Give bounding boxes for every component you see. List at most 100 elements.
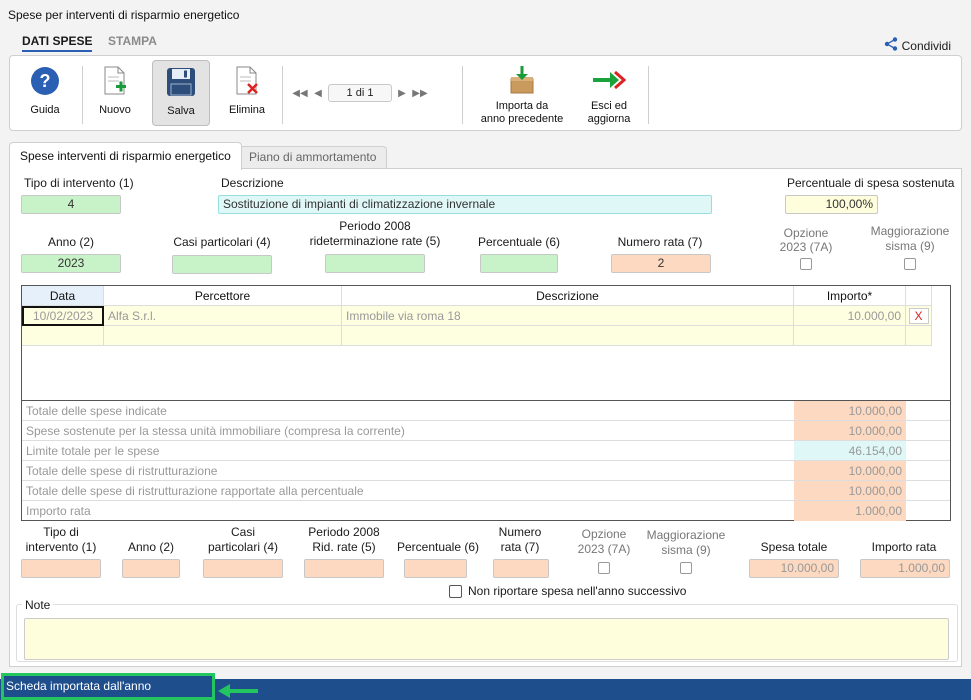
pager-display: 1 di 1 xyxy=(328,84,392,102)
bottom-percentuale-field xyxy=(404,559,467,578)
bottom-magg-checkbox xyxy=(680,562,692,574)
col-header-descrizione[interactable]: Descrizione xyxy=(342,286,794,306)
summary-label: Totale delle spese di ristrutturazione xyxy=(26,464,218,478)
delete-document-icon xyxy=(230,64,264,98)
summary-value: 1.000,00 xyxy=(794,501,906,521)
percentuale-spesa-label: Percentuale di spesa sostenuta xyxy=(787,176,955,190)
anno-field[interactable]: 2023 xyxy=(21,254,121,273)
exit-arrow-icon xyxy=(592,64,626,96)
last-record-icon[interactable]: ▶▶ xyxy=(412,85,428,101)
opzione-checkbox[interactable] xyxy=(800,258,812,270)
summary-label: Limite totale per le spese xyxy=(26,444,160,458)
esci-aggiorna-button[interactable]: Esci ed aggiorna xyxy=(578,60,640,126)
col-header-importo[interactable]: Importo* xyxy=(794,286,906,306)
non-riportare-checkbox[interactable] xyxy=(449,584,462,598)
share-label: Condividi xyxy=(901,38,951,53)
bottom-tipo-field xyxy=(21,559,101,578)
bottom-spesa-totale-field: 10.000,00 xyxy=(749,559,839,578)
table-row-2-importo[interactable] xyxy=(794,326,906,346)
summary-row-importo-rata: Importo rata 1.000,00 xyxy=(22,500,950,521)
summary-label: Totale delle spese di ristrutturazione r… xyxy=(26,484,364,498)
periodo-label-1: Periodo 2008 xyxy=(339,219,411,233)
next-record-icon[interactable]: ▶ xyxy=(394,85,410,101)
bottom-spesa-totale-label: Spesa totale xyxy=(760,540,828,554)
record-navigator: ◀◀ ◀ 1 di 1 ▶ ▶▶ xyxy=(292,84,428,102)
spese-grid: Data Percettore Descrizione Importo* 10/… xyxy=(21,285,951,521)
window-title: Spese per interventi di risparmio energe… xyxy=(8,8,240,22)
summary-row-totale-ristrutturazione: Totale delle spese di ristrutturazione 1… xyxy=(22,460,950,481)
esci-label-2: aggiorna xyxy=(587,113,631,125)
table-row-1-data[interactable]: 10/02/2023 xyxy=(22,306,104,326)
table-row-2-data[interactable] xyxy=(22,326,104,346)
bottom-importo-rata-label: Importo rata xyxy=(871,540,937,554)
summary-value: 10.000,00 xyxy=(794,481,906,501)
bottom-periodo-label-1: Periodo 2008 xyxy=(308,525,380,539)
numero-rata-label: Numero rata (7) xyxy=(617,235,703,249)
tab-spese-interventi[interactable]: Spese interventi di risparmio energetico xyxy=(9,142,242,170)
summary-row-ristrutturazione-percentuale: Totale delle spese di ristrutturazione r… xyxy=(22,480,950,501)
import-box-icon xyxy=(505,64,539,96)
col-header-data[interactable]: Data xyxy=(22,286,104,306)
nuovo-button[interactable]: Nuovo xyxy=(90,60,140,126)
bottom-anno-field xyxy=(122,559,180,578)
non-riportare-option[interactable]: Non riportare spesa nell'anno successivo xyxy=(449,584,686,598)
arrow-left-icon xyxy=(218,684,260,700)
col-header-delete xyxy=(906,286,932,306)
bottom-numero-label-2: rata (7) xyxy=(500,540,540,554)
svg-text:?: ? xyxy=(40,71,51,91)
summary-value: 10.000,00 xyxy=(794,461,906,481)
maggiorazione-checkbox[interactable] xyxy=(904,258,916,270)
row-delete-button[interactable]: X xyxy=(906,306,932,326)
summary-value: 10.000,00 xyxy=(794,421,906,441)
importa-button[interactable]: Importa da anno precedente xyxy=(474,60,570,126)
percentuale-field[interactable] xyxy=(480,254,558,273)
salva-button[interactable]: Salva xyxy=(152,60,210,126)
bottom-opzione-checkbox xyxy=(598,562,610,574)
share-button[interactable]: Condividi xyxy=(883,36,951,55)
bottom-tipo-label-1: Tipo di xyxy=(43,525,79,539)
summary-label: Importo rata xyxy=(26,504,91,518)
table-row-1-importo[interactable]: 10.000,00 xyxy=(794,306,906,326)
previous-record-icon[interactable]: ◀ xyxy=(310,85,326,101)
descrizione-field[interactable]: Sostituzione di impianti di climatizzazi… xyxy=(218,195,712,214)
col-header-percettore[interactable]: Percettore xyxy=(104,286,342,306)
periodo-field[interactable] xyxy=(325,254,425,273)
percentuale-label: Percentuale (6) xyxy=(477,235,561,249)
bottom-numero-field xyxy=(493,559,549,578)
maggiorazione-label-2: sisma (9) xyxy=(885,239,935,253)
percentuale-spesa-field[interactable]: 100,00% xyxy=(785,195,878,214)
table-row-2-percettore[interactable] xyxy=(104,326,342,346)
numero-rata-field[interactable]: 2 xyxy=(611,254,711,273)
table-row-2-delete xyxy=(906,326,932,346)
importa-label-2: anno precedente xyxy=(480,113,564,125)
esci-label-1: Esci ed xyxy=(590,100,628,112)
bottom-magg-label-1: Maggiorazione xyxy=(646,528,726,542)
summary-label: Spese sostenute per la stessa unità immo… xyxy=(26,424,405,438)
non-riportare-label: Non riportare spesa nell'anno successivo xyxy=(468,584,687,598)
summary-row-spese-stessa-unita: Spese sostenute per la stessa unità immo… xyxy=(22,420,950,441)
tab-piano-ammortamento[interactable]: Piano di ammortamento xyxy=(238,146,388,168)
delete-x-icon: X xyxy=(908,308,929,324)
tab-stampa[interactable]: STAMPA xyxy=(108,34,157,48)
opzione-label-2: 2023 (7A) xyxy=(779,240,833,254)
nuovo-label: Nuovo xyxy=(99,104,131,116)
elimina-button[interactable]: Elimina xyxy=(220,60,274,126)
bottom-numero-label-1: Numero xyxy=(498,525,542,539)
casi-particolari-field[interactable] xyxy=(172,255,272,274)
table-row-1-percettore[interactable]: Alfa S.r.l. xyxy=(104,306,342,326)
table-row-1-descrizione[interactable]: Immobile via roma 18 xyxy=(342,306,794,326)
first-record-icon[interactable]: ◀◀ xyxy=(292,85,308,101)
summary-label: Totale delle spese indicate xyxy=(26,404,167,418)
opzione-label-1: Opzione xyxy=(783,226,829,240)
bottom-casi-label-2: particolari (4) xyxy=(207,540,279,554)
note-textarea[interactable] xyxy=(24,618,949,660)
anno-label: Anno (2) xyxy=(47,235,95,249)
tipo-intervento-field[interactable]: 4 xyxy=(21,195,121,214)
bottom-percentuale-label: Percentuale (6) xyxy=(396,540,480,554)
table-row-2-descrizione[interactable] xyxy=(342,326,794,346)
tab-dati-spese[interactable]: DATI SPESE xyxy=(22,34,93,52)
save-icon xyxy=(164,65,198,99)
guida-button[interactable]: ? Guida xyxy=(18,60,72,126)
bottom-anno-label: Anno (2) xyxy=(127,540,175,554)
bottom-magg-label-2: sisma (9) xyxy=(661,543,711,557)
